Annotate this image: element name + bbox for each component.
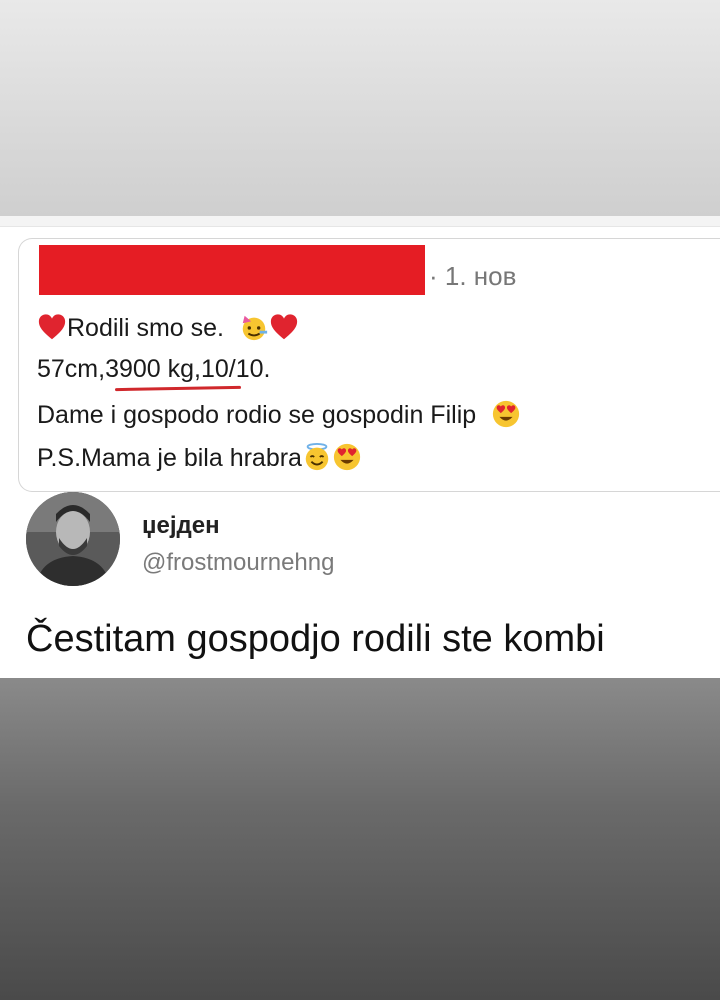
- quoted-line-3: Dame i gospodo rodio se gospodin Filip: [37, 399, 521, 430]
- quoted-line-4: P.S.Mama je bila hrabra: [37, 442, 362, 473]
- heart-icon: [270, 314, 298, 340]
- avatar[interactable]: [26, 492, 120, 586]
- quoted-line-1-text: Rodili smo se.: [67, 314, 224, 342]
- quoted-post[interactable]: · 1. нов Rodili smo se. 57cm,3900 kg,10/…: [18, 238, 720, 492]
- heart-eyes-icon: [492, 400, 520, 428]
- avatar-image: [26, 492, 120, 586]
- quoted-line-1: Rodili smo se.: [37, 312, 299, 343]
- red-underline-mark: [114, 385, 242, 392]
- screenshot-top-background: [0, 0, 720, 216]
- smiling-halo-icon: [305, 442, 329, 471]
- reply-display-name[interactable]: џејден: [142, 512, 220, 540]
- reply-text: Čestitam gospodjo rodili ste kombi: [26, 618, 605, 660]
- heart-eyes-icon: [333, 443, 361, 471]
- quoted-post-timestamp: · 1. нов: [429, 261, 517, 291]
- redacted-author-name: [39, 245, 425, 295]
- post-card: · 1. нов Rodili smo se. 57cm,3900 kg,10/…: [0, 216, 720, 678]
- heart-icon: [38, 314, 66, 340]
- reply-handle[interactable]: @frostmournehng: [142, 549, 334, 577]
- card-divider: [0, 216, 720, 227]
- party-face-icon: [242, 315, 268, 341]
- quoted-line-2: 57cm,3900 kg,10/10.: [37, 355, 271, 383]
- screenshot-bottom-background: [0, 678, 720, 1000]
- quoted-line-3-text: Dame i gospodo rodio se gospodin Filip: [37, 401, 477, 429]
- quoted-line-4-text: P.S.Mama je bila hrabra: [37, 444, 302, 472]
